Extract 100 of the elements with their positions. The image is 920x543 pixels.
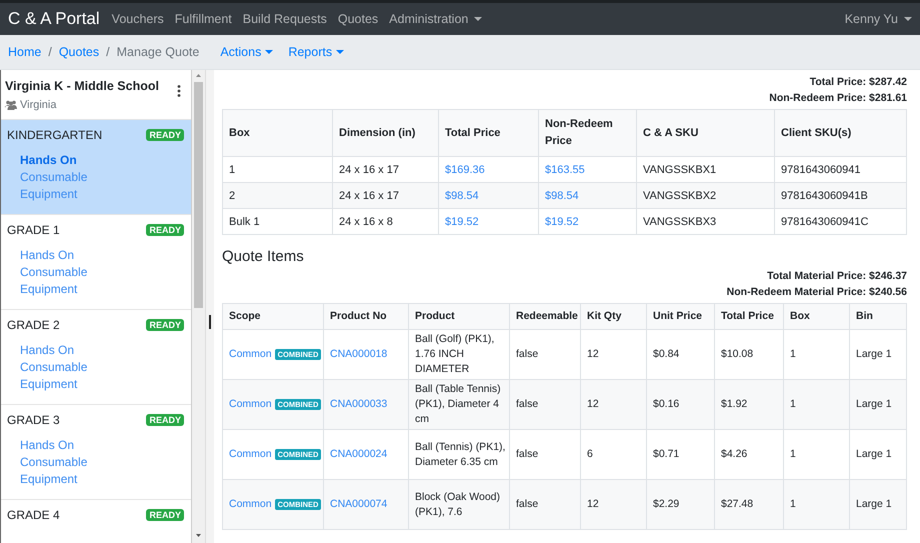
table-cell: $0.16 [646, 380, 714, 430]
table-cell: 1 [784, 480, 850, 530]
nav-link[interactable]: Fulfillment [174, 12, 232, 26]
column-header: Product No [324, 304, 408, 330]
column-header: Box [784, 304, 850, 330]
category-link[interactable]: Hands On [20, 152, 77, 169]
grade-name: GRADE 3 [7, 413, 60, 427]
category-link[interactable]: Hands On [20, 437, 74, 454]
dropdown-menu-link[interactable]: Actions [220, 45, 274, 59]
brand-link[interactable]: C & A Portal [8, 9, 100, 29]
table-link[interactable]: $98.54 [545, 190, 579, 202]
price-total: Non-Redeem Price: $281.61 [769, 92, 907, 104]
status-badge: READY [146, 129, 184, 141]
grade-panel[interactable]: GRADE 3 READY Hands On Consumable Equipment [1, 404, 191, 499]
category-link[interactable]: Consumable [20, 454, 88, 471]
grade-panel[interactable]: GRADE 4 READY [1, 499, 191, 543]
category-link[interactable]: Consumable [20, 169, 88, 186]
section-title: Quote Items [222, 248, 305, 265]
status-badge: READY [146, 414, 184, 426]
table-cell: 2 [222, 182, 332, 208]
scope-link[interactable]: Common [229, 498, 272, 510]
table-cell: Bulk 1 [222, 208, 332, 234]
grade-panel[interactable]: GRADE 2 READY Hands On Consumable Equipment [1, 309, 191, 404]
grade-name: KINDERGARTEN [7, 128, 102, 142]
location-label: Virginia [20, 99, 56, 111]
table-cell: 1 [784, 380, 850, 430]
table-cell: $27.48 [714, 480, 784, 530]
caret-icon [265, 50, 274, 54]
breadcrumb-separator: / [48, 45, 52, 59]
table-cell: $2.29 [646, 480, 714, 530]
column-header: Product [408, 304, 510, 330]
column-header: Kit Qty [580, 304, 646, 330]
category-link[interactable]: Hands On [20, 247, 74, 264]
price-total: Total Price: $287.42 [810, 76, 907, 88]
column-header: Redeemable [510, 304, 580, 330]
scope-link[interactable]: Common [229, 348, 272, 360]
scrollbar[interactable] [192, 70, 205, 543]
category-link[interactable]: Equipment [20, 281, 78, 298]
column-header: Total Price [714, 304, 784, 330]
status-badge: READY [146, 319, 184, 331]
table-link[interactable]: $169.36 [445, 164, 485, 176]
table-cell: Large 1 [850, 380, 906, 430]
table-cell: 24 x 16 x 8 [332, 208, 438, 234]
grade-name: GRADE 4 [7, 508, 60, 522]
table-cell: $1.92 [714, 380, 784, 430]
breadcrumb-item: Manage Quote [116, 45, 200, 59]
nav-link[interactable]: Vouchers [112, 12, 164, 26]
dropdown-menu-link[interactable]: Reports [288, 45, 344, 59]
grade-panel[interactable]: GRADE 1 READY Hands On Consumable Equipment [1, 214, 191, 309]
category-link[interactable]: Equipment [20, 186, 78, 203]
table-cell: false [510, 480, 580, 530]
scope-link[interactable]: Common [229, 448, 272, 460]
nav-link[interactable]: Quotes [338, 12, 378, 26]
category-link[interactable]: Consumable [20, 264, 88, 281]
status-badge: READY [146, 509, 184, 521]
category-link[interactable]: Hands On [20, 342, 74, 359]
table-cell: 24 x 16 x 17 [332, 182, 438, 208]
table-cell: VANGSSKBX3 [636, 208, 774, 234]
price-total: Non-Redeem Material Price: $240.56 [726, 286, 907, 298]
table-link[interactable]: CNA000024 [330, 448, 388, 460]
caret-icon [336, 50, 344, 54]
column-header: Client SKU(s) [774, 110, 906, 156]
users-icon [5, 100, 17, 110]
table-link[interactable]: CNA000033 [330, 398, 388, 410]
table-link[interactable]: CNA000074 [330, 498, 388, 510]
category-link[interactable]: Consumable [20, 359, 88, 376]
grade-panel[interactable]: KINDERGARTEN READY Hands On Consumable Equipment [1, 119, 191, 214]
table-cell: Large 1 [850, 480, 906, 530]
status-badge: READY [146, 224, 184, 236]
grade-name: GRADE 1 [7, 223, 60, 237]
table-cell: 12 [580, 380, 646, 430]
column-header: Box [222, 110, 332, 156]
column-header: Non-Redeem Price [538, 110, 636, 156]
column-header: Total Price [438, 110, 538, 156]
category-link[interactable]: Equipment [20, 376, 78, 393]
resize-handle[interactable] [209, 314, 211, 328]
table-link[interactable]: CNA000018 [330, 348, 388, 360]
table-link[interactable]: $98.54 [445, 190, 479, 202]
breadcrumb-item[interactable]: Quotes [58, 45, 100, 59]
scope-link[interactable]: Common [229, 398, 272, 410]
user-menu[interactable]: Kenny Yu [844, 12, 912, 26]
table-cell: Block (Oak Wood) (PK1), 7.6 [408, 480, 510, 530]
table-cell: 9781643060941C [774, 208, 906, 234]
nav-link[interactable]: Build Requests [242, 12, 327, 26]
table-cell: 12 [580, 480, 646, 530]
nav-link[interactable]: Administration [389, 12, 482, 26]
breadcrumb-item[interactable]: Home [8, 45, 42, 59]
column-header: C & A SKU [636, 110, 774, 156]
table-cell: false [510, 380, 580, 430]
table-link[interactable]: $19.52 [445, 216, 479, 228]
table-cell: VANGSSKBX2 [636, 182, 774, 208]
category-link[interactable]: Equipment [20, 471, 78, 488]
column-header: Bin [850, 304, 906, 330]
breadcrumb-separator: / [106, 45, 110, 59]
table-link[interactable]: $19.52 [545, 216, 579, 228]
column-header: Dimension (in) [332, 110, 438, 156]
column-header: Unit Price [646, 304, 714, 330]
price-total: Total Material Price: $246.37 [767, 270, 907, 282]
table-link[interactable]: $163.55 [545, 164, 585, 176]
table-cell: 9781643060941B [774, 182, 906, 208]
